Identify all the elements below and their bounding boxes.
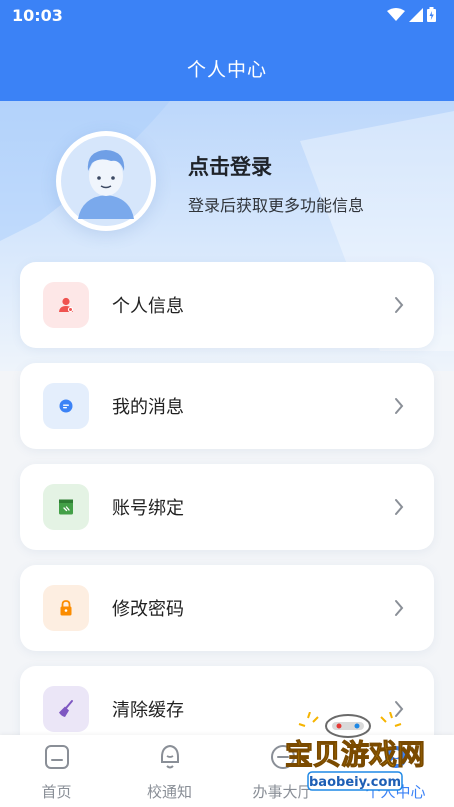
menu-item-label: 个人信息 — [112, 296, 184, 317]
battery-icon — [427, 7, 436, 22]
chevron-right-icon — [395, 499, 404, 515]
lock-icon — [43, 585, 89, 631]
home-icon — [44, 745, 69, 769]
bell-icon — [160, 744, 179, 769]
menu-item-change-password[interactable]: 修改密码 — [20, 565, 434, 651]
page-title: 个人中心 — [186, 59, 267, 81]
login-subtitle: 登录后获取更多功能信息 — [188, 196, 365, 215]
watermark-logo: 宝贝游戏网 baobeiy.com — [280, 711, 430, 802]
nav-tab-home[interactable]: 首页 — [0, 743, 113, 802]
app-header: 10:03 个人中心 — [0, 0, 454, 101]
wifi-icon — [387, 7, 405, 21]
menu-item-label: 修改密码 — [112, 599, 184, 620]
menu-item-label: 我的消息 — [112, 397, 184, 418]
watermark-url: baobeiy.com — [309, 775, 401, 790]
chevron-right-icon — [395, 600, 404, 616]
avatar-person-icon — [61, 136, 151, 226]
bind-icon — [43, 484, 89, 530]
menu-item-my-messages[interactable]: 我的消息 — [20, 363, 434, 449]
login-title[interactable]: 点击登录 — [188, 151, 272, 181]
nav-tab-label: 首页 — [41, 783, 72, 801]
watermark-text: 宝贝游戏网 — [285, 738, 425, 771]
nav-tab-label: 校通知 — [146, 783, 192, 801]
menu-item-label: 清除缓存 — [112, 700, 184, 721]
menu-item-personal-info[interactable]: 个人信息 — [20, 262, 434, 348]
menu-item-account-binding[interactable]: 账号绑定 — [20, 464, 434, 550]
avatar[interactable] — [56, 131, 156, 231]
broom-icon — [43, 686, 89, 732]
chevron-right-icon — [395, 398, 404, 414]
menu-item-label: 账号绑定 — [112, 498, 184, 519]
status-icons — [387, 7, 436, 22]
signal-icon — [409, 7, 423, 22]
status-time: 10:03 — [12, 6, 63, 25]
user-icon — [43, 282, 89, 328]
nav-tab-notice[interactable]: 校通知 — [113, 743, 226, 802]
message-icon — [43, 383, 89, 429]
status-bar: 10:03 — [0, 0, 454, 32]
chevron-right-icon — [395, 297, 404, 313]
